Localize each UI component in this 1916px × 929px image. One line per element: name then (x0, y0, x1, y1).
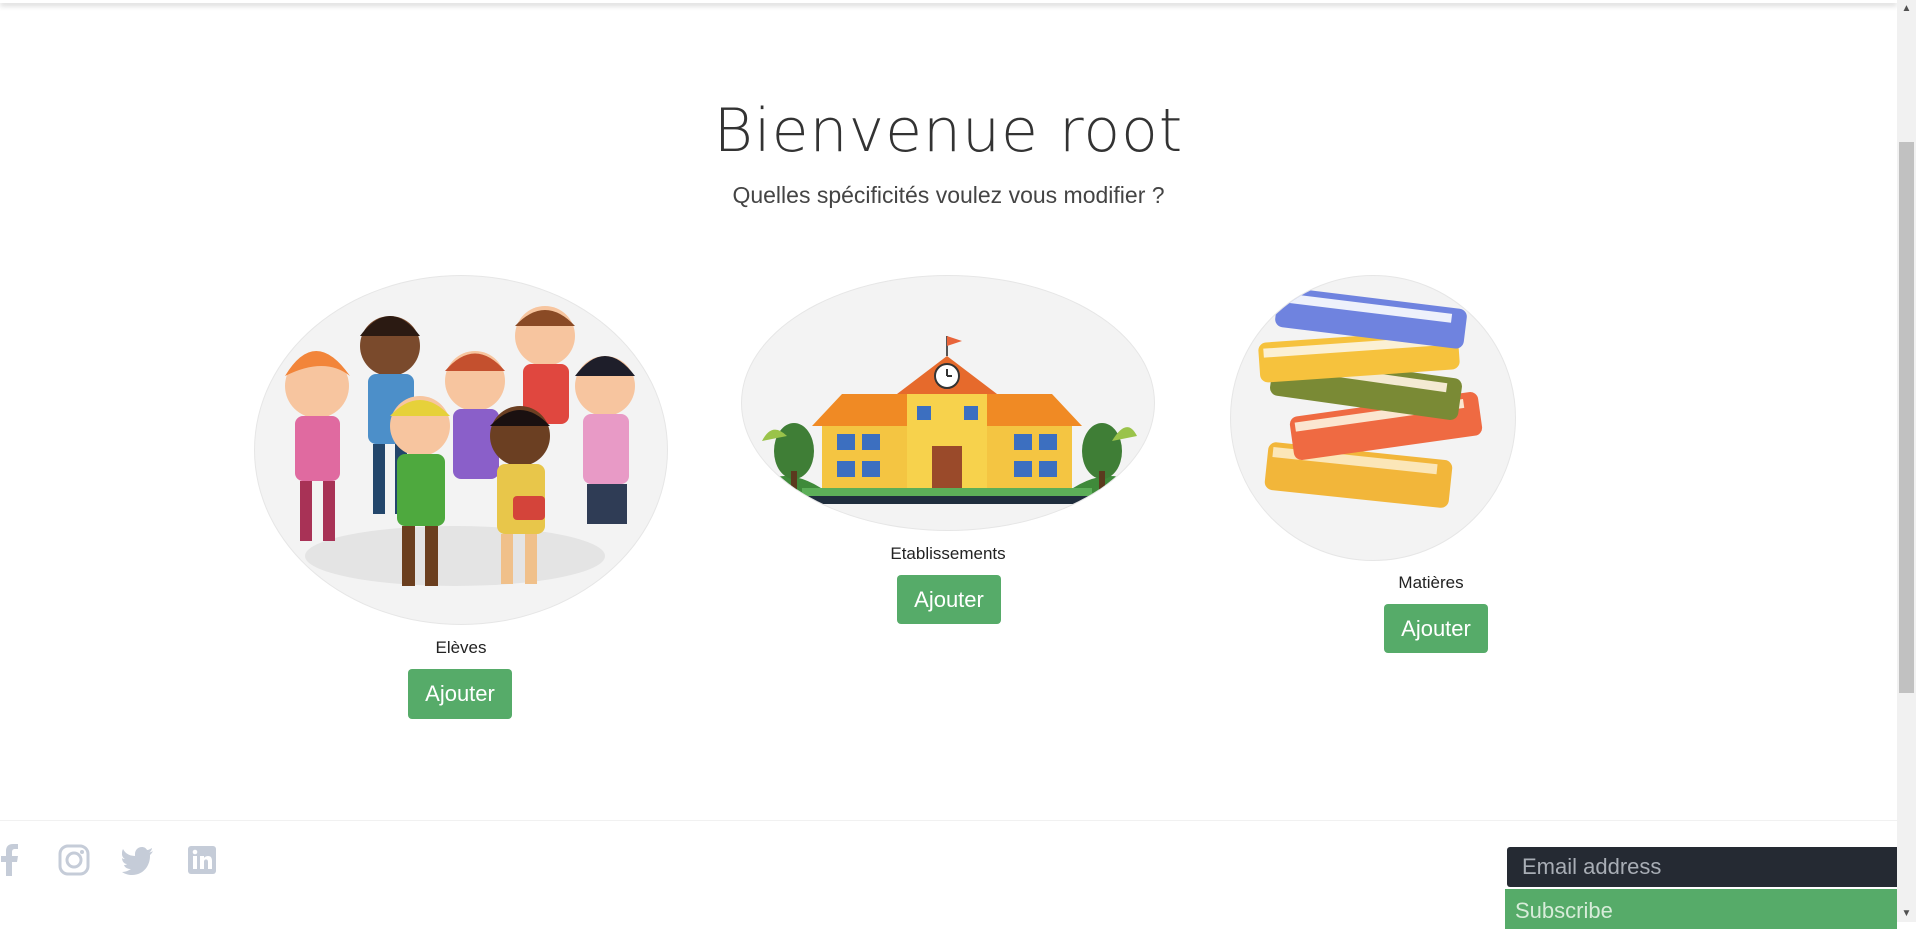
twitter-icon[interactable] (120, 842, 156, 878)
children-group-illustration (254, 275, 668, 625)
school-building-illustration (741, 275, 1155, 531)
add-eleves-button[interactable]: Ajouter (408, 669, 512, 719)
email-field[interactable] (1507, 847, 1897, 887)
page-title: Bienvenue root (713, 96, 1184, 166)
card-label: Elèves (435, 638, 487, 657)
scroll-up-arrow-icon[interactable]: ▲ (1897, 0, 1916, 17)
top-navbar-edge (0, 0, 1897, 3)
card-eleves: Elèves Ajouter (254, 275, 668, 725)
add-etablissements-button[interactable]: Ajouter (897, 575, 1001, 624)
book-stack-illustration (1230, 275, 1516, 561)
subscribe-button[interactable]: Subscribe (1505, 889, 1897, 929)
card-matieres: Matières Ajouter (1228, 275, 1648, 665)
scroll-thumb[interactable] (1899, 142, 1914, 693)
facebook-icon[interactable] (0, 842, 28, 878)
add-matieres-button[interactable]: Ajouter (1384, 604, 1488, 653)
page-subtitle: Quelles spécificités voulez vous modifie… (732, 182, 1165, 208)
vertical-scrollbar[interactable]: ▲ ▼ (1897, 0, 1916, 922)
footer-divider (0, 820, 1897, 821)
card-label: Etablissements (890, 544, 1006, 563)
linkedin-icon[interactable] (184, 842, 220, 878)
instagram-icon[interactable] (56, 842, 92, 878)
scroll-down-arrow-icon[interactable]: ▼ (1897, 905, 1916, 922)
card-label: Matières (1398, 573, 1464, 592)
card-etablissements: Etablissements Ajouter (741, 275, 1155, 635)
